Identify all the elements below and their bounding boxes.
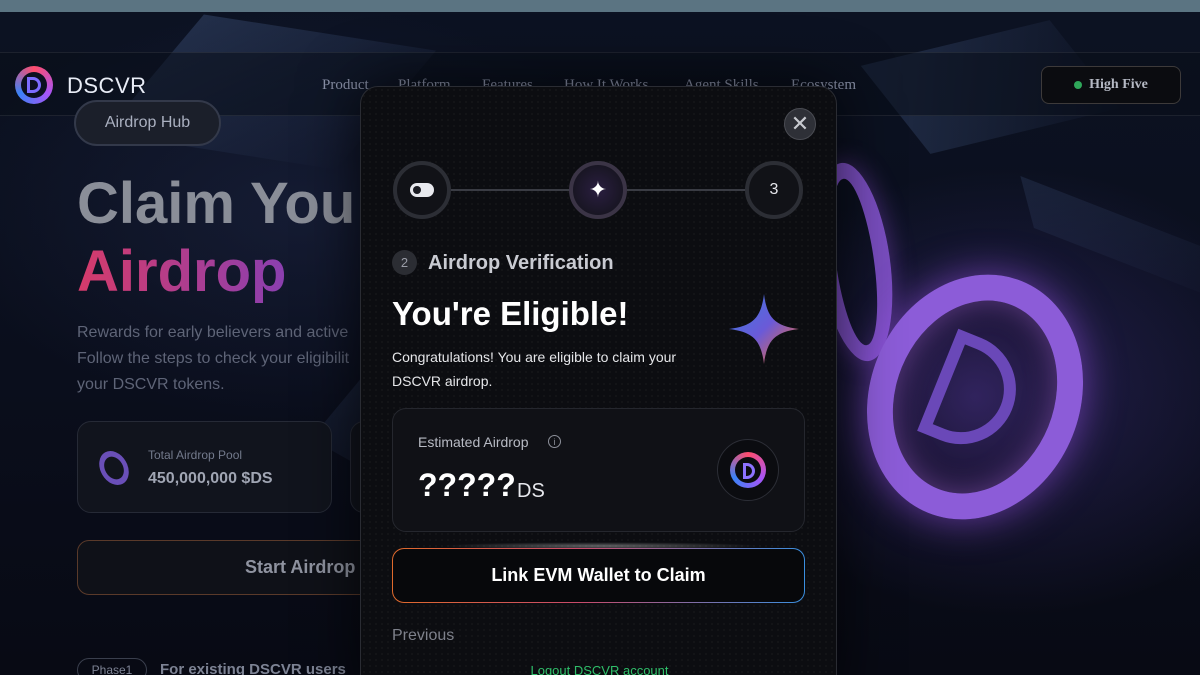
coin-d-mark [917, 328, 1033, 461]
hero-title-line1: Claim You [77, 171, 356, 236]
step-connector [627, 189, 747, 191]
estimated-airdrop-value: ????? [418, 467, 516, 503]
hero-description-line: your DSCVR tokens. [77, 376, 225, 393]
pool-label: Total Airdrop Pool [148, 448, 243, 462]
close-icon[interactable]: ✕ [784, 108, 816, 140]
estimated-airdrop-card: Estimated Airdrop i ????? DS [392, 408, 805, 532]
hero-title-line2: Airdrop [77, 239, 287, 304]
sparkle-icon: ✦ [588, 177, 608, 202]
high-five-label: High Five [1089, 77, 1148, 92]
step-3-label: 3 [769, 181, 779, 198]
dscvr-logo-icon[interactable] [15, 66, 53, 104]
hero-description-line: Follow the steps to check your eligibili… [77, 350, 350, 367]
airdrop-verification-modal: ✕ ✦ 3 2 Airdrop Verification You're Elig… [360, 86, 837, 675]
brand-name[interactable]: DSCVR [67, 73, 147, 99]
estimated-airdrop-unit: DS [517, 480, 545, 502]
background-shard [1020, 176, 1200, 308]
congratulations-message: Congratulations! You are eligible to cla… [392, 349, 677, 389]
step-1-indicator [393, 161, 451, 219]
pool-value: 450,000,000 $DS [148, 470, 273, 487]
previous-button[interactable]: Previous [392, 627, 454, 645]
step-connector [451, 189, 571, 191]
airdrop-hub-pill[interactable]: Airdrop Hub [74, 100, 221, 146]
step-number-badge: 2 [392, 250, 417, 275]
four-point-star-icon [729, 294, 799, 364]
hero-description-line: Rewards for early believers and active [77, 324, 349, 341]
airdrop-pool-card: Total Airdrop Pool 450,000,000 $DS [77, 421, 332, 513]
coin-ring-icon [93, 445, 135, 491]
high-five-button[interactable]: High Five [1041, 66, 1181, 104]
eligible-heading: You're Eligible! [392, 295, 629, 332]
link-evm-wallet-button[interactable]: Link EVM Wallet to Claim [392, 548, 805, 603]
step-2-indicator: ✦ [569, 161, 627, 219]
logout-link[interactable]: Logout DSCVR account [361, 663, 838, 675]
nav-link-product[interactable]: Product [322, 77, 369, 94]
info-icon[interactable]: i [548, 435, 561, 448]
step-title: Airdrop Verification [428, 252, 614, 274]
toggle-icon [410, 183, 434, 197]
status-dot-icon [1074, 81, 1083, 89]
phase-description: For existing DSCVR users [160, 661, 346, 675]
step-3-indicator: 3 [745, 161, 803, 219]
estimated-airdrop-label: Estimated Airdrop [418, 434, 529, 450]
hero-description: Rewards for early believers and active F… [77, 320, 377, 398]
ds-token-icon [717, 439, 779, 501]
phase-pill: Phase1 [77, 658, 147, 675]
browser-top-strip [0, 0, 1200, 12]
start-airdrop-button[interactable]: Start Airdrop [77, 540, 387, 595]
